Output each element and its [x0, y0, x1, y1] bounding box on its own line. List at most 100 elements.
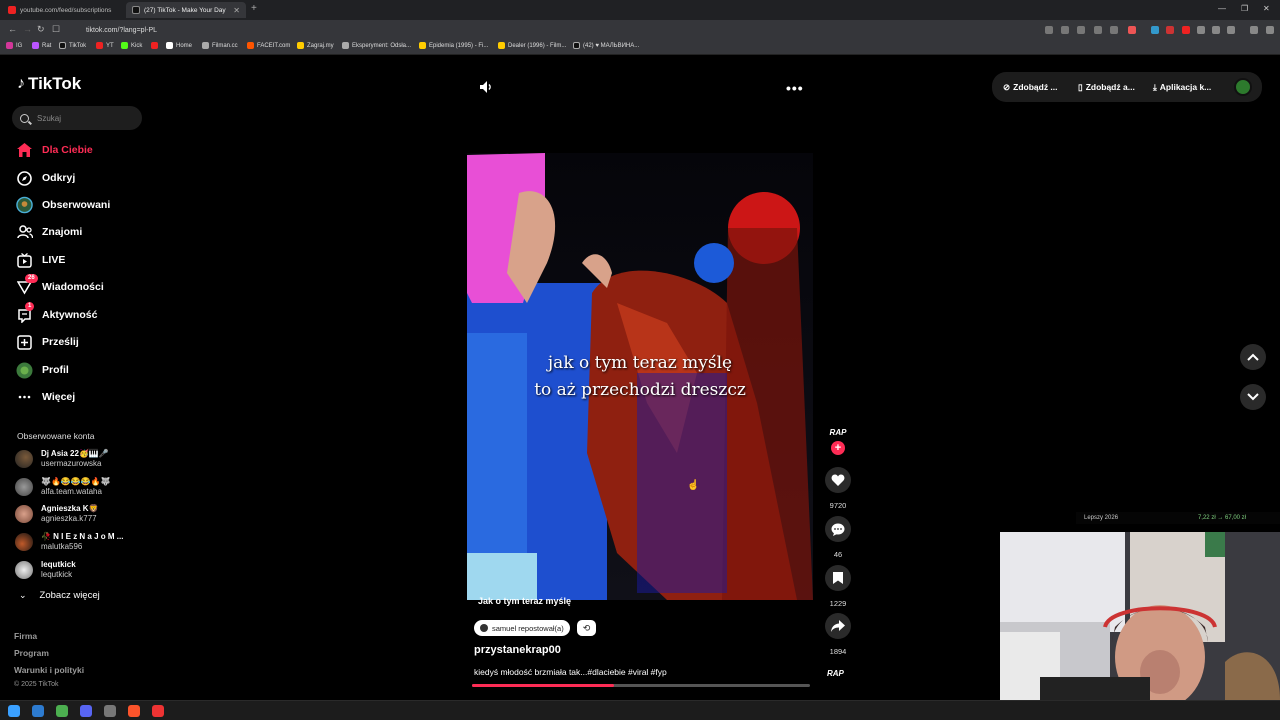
steam-icon[interactable]: [104, 705, 116, 717]
nav-odkryj[interactable]: Odkryj: [16, 168, 75, 188]
discord-icon[interactable]: [80, 705, 92, 717]
maximize-button[interactable]: ❐: [1241, 4, 1248, 13]
download-icon[interactable]: [1212, 26, 1220, 34]
share-icon[interactable]: [1110, 26, 1118, 34]
bookmark-dealer[interactable]: Dealer (1996) - Film...: [498, 42, 566, 49]
comment-icon[interactable]: [825, 516, 851, 542]
heart-icon[interactable]: [825, 467, 851, 493]
video-player[interactable]: jak o tym teraz myślę to aż przechodzi d…: [467, 153, 813, 600]
repost-badge[interactable]: samuel repostował(a): [474, 620, 570, 636]
like-action[interactable]: 9720: [825, 467, 851, 510]
address-bar[interactable]: tiktok.com/?lang=pl-PL: [70, 23, 1040, 37]
nav-wiecej[interactable]: Więcej: [16, 387, 75, 407]
messages-icon: 26: [16, 273, 38, 296]
search-input[interactable]: [37, 113, 127, 123]
start-icon[interactable]: [8, 705, 20, 717]
browser-tab-tiktok[interactable]: (27) TikTok - Make Your Day ✕: [126, 2, 246, 18]
zoom-icon[interactable]: [1094, 26, 1102, 34]
reload-icon[interactable]: ↻: [37, 24, 45, 35]
brave-shield-icon[interactable]: [1128, 26, 1136, 34]
bookmark-page-icon[interactable]: ☐: [52, 24, 60, 35]
bookmark-yt[interactable]: YT: [96, 42, 114, 49]
bookmark-icon[interactable]: [825, 565, 851, 591]
media-icon[interactable]: [1250, 26, 1258, 34]
bookmark-ig[interactable]: IG: [6, 42, 22, 49]
minimize-button[interactable]: —: [1218, 4, 1226, 13]
nav-label: Odkryj: [42, 172, 76, 184]
bookmark-filman[interactable]: Filman.cc: [202, 42, 238, 49]
save-action[interactable]: 1229: [825, 565, 851, 608]
close-tab-icon[interactable]: ✕: [233, 6, 240, 15]
footer-link-warunki[interactable]: Warunki i polityki: [14, 665, 84, 675]
bookmark-eksperyment[interactable]: Eksperyment: Odsła...: [342, 42, 411, 49]
back-icon[interactable]: ←: [8, 24, 17, 34]
followed-account[interactable]: 🥀 N I E z N a J o M ... malutka596: [15, 530, 123, 554]
extension-icon[interactable]: [1077, 26, 1085, 34]
nav-wiadomosci[interactable]: 26 Wiadomości: [16, 273, 104, 297]
browser-tab-youtube[interactable]: youtube.com/feed/subscriptions: [2, 2, 124, 18]
followed-account[interactable]: lequtkick lequtkick: [15, 558, 76, 582]
bookmark-rat[interactable]: Rat: [32, 42, 51, 49]
new-tab-button[interactable]: +: [251, 3, 257, 14]
video-progress-bar[interactable]: [472, 684, 810, 687]
see-more-button[interactable]: ⌄ Zobacz więcej: [19, 590, 100, 601]
footer-link-firma[interactable]: Firma: [14, 631, 37, 641]
extension-icon[interactable]: [1197, 26, 1205, 34]
previous-video-button[interactable]: [1240, 344, 1266, 370]
volume-icon[interactable]: [479, 80, 493, 94]
nav-dla-ciebie[interactable]: Dla Ciebie: [16, 140, 93, 160]
extension-icon[interactable]: [1045, 26, 1053, 34]
nav-live[interactable]: LIVE: [16, 250, 65, 270]
share-action[interactable]: 1894: [825, 613, 851, 656]
music-disc[interactable]: RAP: [827, 669, 844, 678]
bookmark-malwina[interactable]: (42) ♥ МАЛЬВИНА...: [573, 42, 639, 49]
bookmark-faceit[interactable]: FACEIT.com: [247, 42, 290, 49]
bookmark-tiktok[interactable]: TikTok: [59, 42, 86, 49]
forward-icon[interactable]: →: [23, 24, 32, 34]
brave-icon[interactable]: [128, 705, 140, 717]
search-box[interactable]: [12, 106, 142, 130]
followed-account[interactable]: 🐺🔥😂😂😂🔥🐺 alfa.team.wataha: [15, 475, 111, 499]
repost-icon[interactable]: ⟲: [577, 620, 596, 636]
bookmark-home-yt[interactable]: [151, 42, 161, 49]
recording-app-icon[interactable]: [152, 705, 164, 717]
nav-przeslij[interactable]: Prześlij: [16, 332, 79, 352]
footer-link-program[interactable]: Program: [14, 648, 49, 658]
follow-plus-button[interactable]: +: [831, 441, 845, 455]
bookmark-kick[interactable]: Kick: [121, 42, 142, 49]
phone-icon: ▯: [1078, 81, 1083, 92]
goal-label: Lepszy 2026: [1084, 515, 1119, 521]
chrome-icon[interactable]: [56, 705, 68, 717]
next-video-button[interactable]: [1240, 384, 1266, 410]
get-coins-button[interactable]: ⊘ Zdobądź ...: [1003, 78, 1058, 96]
more-options-icon[interactable]: •••: [786, 80, 804, 96]
bookmark-home-x[interactable]: Home: [166, 42, 192, 49]
compass-icon: [16, 170, 33, 187]
bookmark-zagraj[interactable]: Zagraj.my: [297, 42, 334, 49]
desktop-app-label: Aplikacja k...: [1159, 82, 1212, 92]
link-icon[interactable]: [1227, 26, 1235, 34]
profile-avatar-button[interactable]: [1234, 78, 1252, 96]
bookmark-epidemia[interactable]: Epidemia (1995) - Fi...: [419, 42, 488, 49]
avatar: [15, 478, 33, 496]
extension-icon[interactable]: [1166, 26, 1174, 34]
share-icon[interactable]: [825, 613, 851, 639]
desktop-app-button[interactable]: ⤓ Aplikacja k...: [1153, 78, 1211, 96]
nav-znajomi[interactable]: Znajomi: [16, 222, 82, 242]
tiktok-logo[interactable]: ♪ TikTok: [17, 73, 81, 95]
extension-icon[interactable]: [1182, 26, 1190, 34]
extension-icon[interactable]: [1151, 26, 1159, 34]
video-author[interactable]: przystanekrap00: [474, 644, 561, 656]
get-app-button[interactable]: ▯ Zdobądź a...: [1078, 78, 1135, 96]
nav-obserwowani[interactable]: Obserwowani: [16, 195, 110, 215]
followed-account[interactable]: Dj Asia 22🥳🎹🎤 usermazurowska: [15, 447, 109, 471]
close-window-button[interactable]: ✕: [1263, 4, 1270, 13]
creator-avatar[interactable]: RAP: [826, 428, 850, 437]
nav-profil[interactable]: Profil: [16, 360, 69, 380]
extension-icon[interactable]: [1061, 26, 1069, 34]
menu-icon[interactable]: [1266, 26, 1274, 34]
followed-account[interactable]: Agnieszka K🦁 agnieszka.k777: [15, 502, 99, 526]
nav-aktywnosc[interactable]: 1 Aktywność: [16, 301, 97, 325]
comment-action[interactable]: 46: [825, 516, 851, 559]
file-explorer-icon[interactable]: [32, 705, 44, 717]
